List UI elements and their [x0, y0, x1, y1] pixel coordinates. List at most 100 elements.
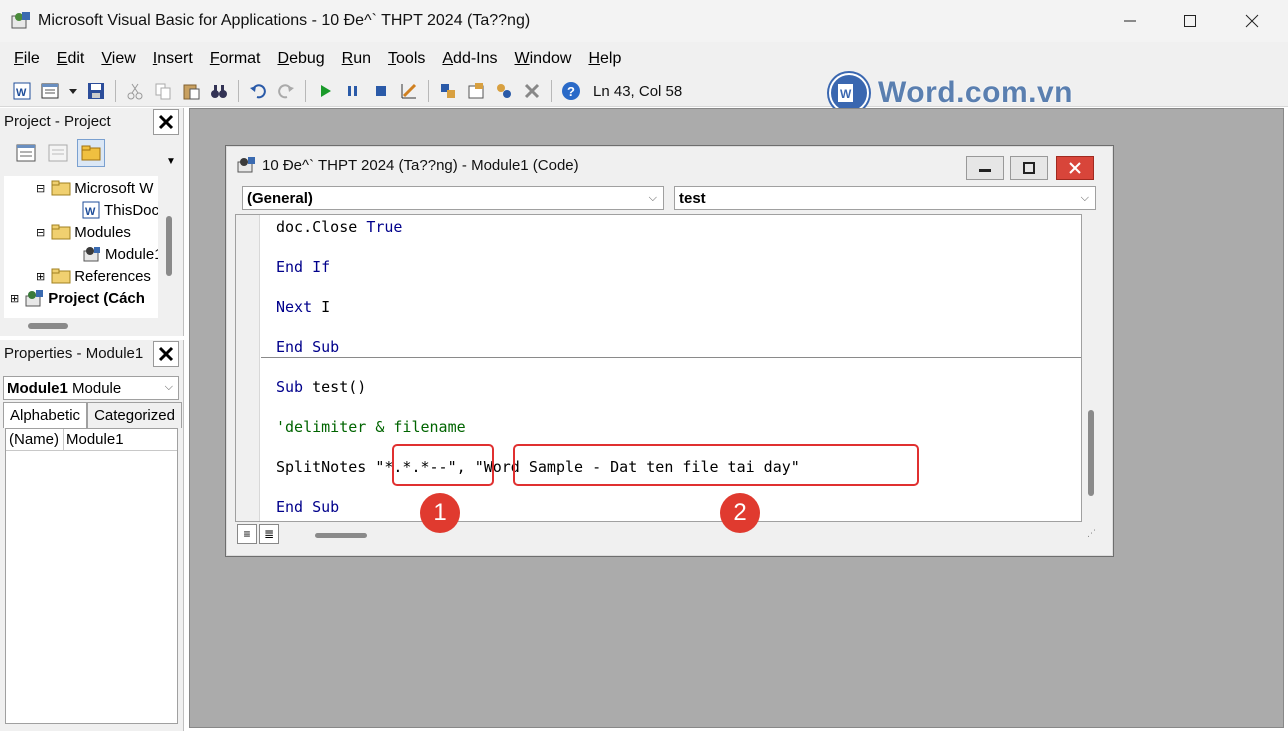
project-pane-title-text: Project - Project [4, 112, 111, 130]
project-tree-hscrollbar[interactable] [4, 318, 180, 334]
code-window-title: 10 Đe^` THPT 2024 (Ta??ng) - Module1 (Co… [262, 156, 579, 174]
chevron-down-icon: ⌵ [164, 381, 173, 393]
toolbar-separator [428, 80, 429, 102]
run-icon[interactable] [314, 80, 336, 102]
tree-item-label: Project (Cách [48, 289, 145, 307]
procedure-view-icon[interactable]: ≡ [237, 524, 257, 544]
tree-item-microsoft-word-objects[interactable]: ⊟ Microsoft W [36, 177, 153, 199]
view-object-icon[interactable] [45, 140, 71, 166]
procedure-combo[interactable]: test ⌵ [674, 186, 1096, 210]
tree-item-thisdocument[interactable]: W ThisDoc [82, 199, 158, 221]
toggle-folders-icon[interactable] [77, 139, 105, 167]
object-type: Module [72, 379, 122, 397]
design-mode-icon[interactable] [398, 80, 420, 102]
property-value[interactable]: Module1 [64, 429, 124, 450]
scroll-thumb[interactable] [315, 533, 367, 538]
redo-icon[interactable] [275, 80, 297, 102]
full-module-view-icon[interactable]: ≣ [259, 524, 279, 544]
svg-text:W: W [85, 206, 96, 218]
project-tree-vscrollbar[interactable] [158, 176, 180, 318]
chevron-down-icon: ⌵ [1080, 192, 1089, 204]
view-code-icon[interactable] [13, 140, 39, 166]
properties-window-icon[interactable] [465, 80, 487, 102]
code-line[interactable]: Next I [276, 296, 330, 318]
object-browser-icon[interactable] [493, 80, 515, 102]
collapse-icon: ⊟ [36, 226, 46, 239]
code-line[interactable]: 'delimiter & filename [276, 416, 466, 438]
window-title: Microsoft Visual Basic for Applications … [38, 12, 531, 29]
menu-window[interactable]: Window [515, 50, 572, 68]
svg-text:?: ? [567, 84, 575, 99]
code-keyword: End Sub [276, 498, 340, 516]
code-margin [236, 215, 260, 521]
code-text: test() [303, 378, 367, 396]
object-combo-value: (General) [247, 189, 313, 207]
tab-categorized[interactable]: Categorized [87, 402, 182, 428]
toolbar-separator [305, 80, 306, 102]
code-window-restore-button[interactable] [1010, 156, 1048, 180]
insert-dropdown-icon[interactable] [67, 80, 79, 102]
project-pane-close-button[interactable] [153, 109, 179, 135]
reset-icon[interactable] [370, 80, 392, 102]
properties-pane-close-button[interactable] [153, 341, 179, 367]
code-line[interactable]: Sub test() [276, 376, 366, 398]
minimize-button[interactable] [1100, 0, 1160, 42]
code-line[interactable]: doc.Close True [276, 216, 402, 238]
toolbox-icon[interactable] [521, 80, 543, 102]
code-keyword: Sub [276, 378, 304, 396]
procedure-combo-value: test [679, 189, 706, 207]
menu-run[interactable]: Run [342, 50, 371, 68]
close-button[interactable] [1222, 0, 1282, 42]
tree-item-label: Modules [74, 223, 131, 241]
menu-view[interactable]: View [101, 50, 135, 68]
menu-bar: File Edit View Insert Format Debug Run T… [0, 42, 1288, 76]
scroll-down-arrow-icon[interactable]: ▼ [166, 156, 176, 167]
break-icon[interactable] [342, 80, 364, 102]
undo-icon[interactable] [247, 80, 269, 102]
code-hscrollbar[interactable]: ≡ ≣ ⋰ [235, 522, 1102, 546]
scroll-thumb[interactable] [166, 216, 172, 276]
code-line[interactable]: End Sub [276, 336, 339, 358]
find-icon[interactable] [208, 80, 230, 102]
maximize-button[interactable] [1160, 0, 1220, 42]
menu-debug[interactable]: Debug [278, 50, 325, 68]
menu-add-ins[interactable]: Add-Ins [442, 50, 497, 68]
property-row[interactable]: (Name) Module1 [6, 429, 177, 451]
code-keyword: End If [276, 258, 331, 276]
menu-file[interactable]: File [14, 50, 40, 68]
menu-tools[interactable]: Tools [388, 50, 425, 68]
menu-format[interactable]: Format [210, 50, 261, 68]
menu-edit[interactable]: Edit [57, 50, 85, 68]
code-window-minimize-button[interactable] [966, 156, 1004, 180]
scroll-thumb[interactable] [28, 323, 68, 329]
properties-pane-title: Properties - Module1 [0, 340, 183, 367]
folder-icon [51, 268, 71, 284]
cut-icon[interactable] [124, 80, 146, 102]
project-explorer-icon[interactable] [437, 80, 459, 102]
paste-icon[interactable] [180, 80, 202, 102]
tab-alphabetic[interactable]: Alphabetic [3, 402, 88, 428]
code-keyword: True [366, 218, 403, 236]
scroll-thumb[interactable] [1088, 410, 1094, 496]
insert-module-icon[interactable] [39, 80, 61, 102]
code-line[interactable]: End If [276, 256, 330, 278]
tree-item-references[interactable]: ⊞ References [36, 265, 151, 287]
tree-item-label: Microsoft W [74, 179, 154, 197]
properties-pane-title-text: Properties - Module1 [4, 344, 144, 362]
object-combo[interactable]: (General) ⌵ [242, 186, 664, 210]
tree-item-module1[interactable]: Module1 [82, 243, 158, 265]
properties-object-select[interactable]: Module1 Module ⌵ [3, 376, 179, 400]
save-icon[interactable] [85, 80, 107, 102]
tree-item-modules[interactable]: ⊟ Modules [36, 221, 131, 243]
tree-item-project[interactable]: ⊞ Project (Cách [10, 287, 145, 309]
view-word-icon[interactable]: W [11, 80, 33, 102]
copy-icon[interactable] [152, 80, 174, 102]
object-name: Module1 [7, 379, 68, 397]
code-line[interactable]: End Sub [276, 496, 339, 518]
menu-insert[interactable]: Insert [153, 50, 193, 68]
svg-text:W: W [16, 87, 27, 99]
collapse-icon: ⊟ [36, 182, 46, 195]
menu-help[interactable]: Help [588, 50, 621, 68]
help-icon[interactable]: ? [560, 80, 582, 102]
code-window-close-button[interactable] [1056, 156, 1094, 180]
